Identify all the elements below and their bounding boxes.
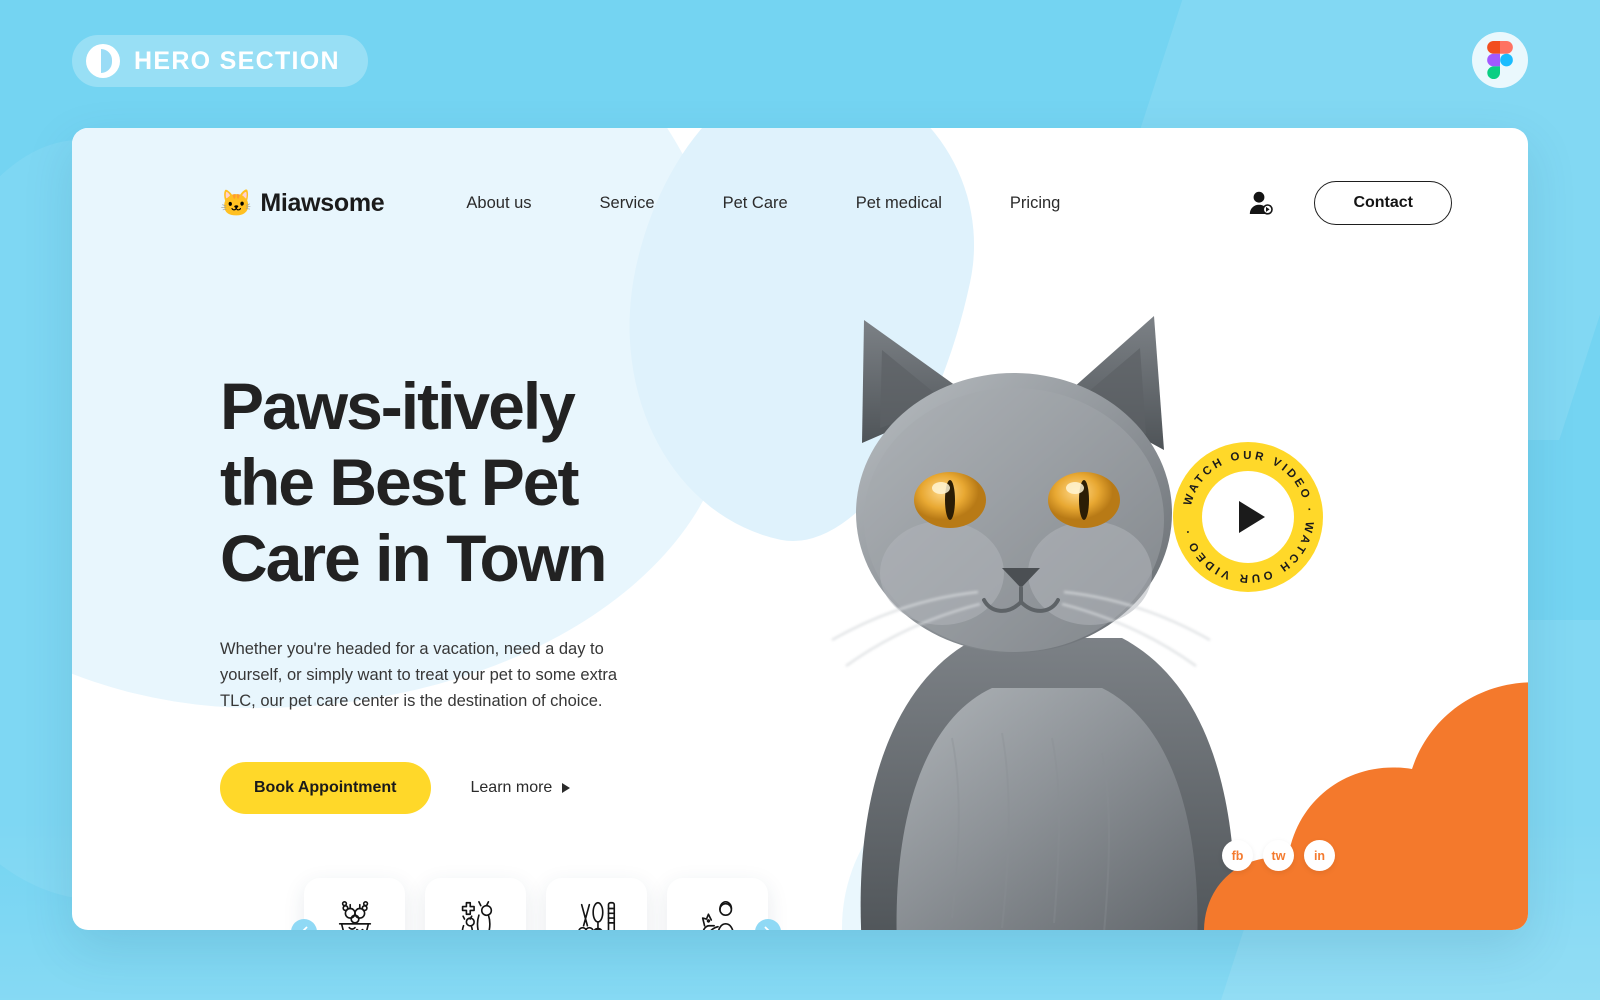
facebook-link[interactable]: fb xyxy=(1222,840,1253,871)
service-card-grooming[interactable]: Grooming xyxy=(304,878,405,930)
twitter-link[interactable]: tw xyxy=(1263,840,1294,871)
scissors-brush-comb-icon xyxy=(577,901,615,930)
hero-content: Paws-itively the Best Pet Care in Town W… xyxy=(220,368,840,814)
nav-link-about-us[interactable]: About us xyxy=(432,194,565,213)
figma-logo-badge[interactable] xyxy=(1472,32,1528,88)
watch-video-badge[interactable]: WATCH OUR VIDEO · WATCH OUR VIDEO · xyxy=(1173,442,1323,592)
service-card-healthcare[interactable]: Healthcare xyxy=(425,878,526,930)
headline-line-2: the Best Pet xyxy=(220,445,579,519)
nav-link-pet-medical[interactable]: Pet medical xyxy=(822,194,976,213)
chevron-right-icon xyxy=(764,926,770,930)
navbar-actions: Contact xyxy=(1248,181,1452,225)
service-card-daycare[interactable]: Daycare xyxy=(546,878,647,930)
dog-bath-grooming-icon xyxy=(338,900,371,930)
brand-logo[interactable]: 🐱 Miawsome xyxy=(220,188,385,218)
brand-name: Miawsome xyxy=(260,188,385,217)
page-title: Paws-itively the Best Pet Care in Town xyxy=(220,368,840,596)
book-appointment-button[interactable]: Book Appointment xyxy=(220,762,431,814)
nav-link-pet-care[interactable]: Pet Care xyxy=(689,194,822,213)
hero-cta-row: Book Appointment Learn more xyxy=(220,762,840,814)
learn-more-link[interactable]: Learn more xyxy=(471,779,571,797)
social-links: fb tw in xyxy=(1222,840,1335,871)
orange-decorative-blob xyxy=(1204,682,1528,930)
pet-medical-cross-icon xyxy=(461,900,492,930)
chevron-left-icon xyxy=(302,926,308,930)
watch-video-play-button[interactable] xyxy=(1202,471,1294,563)
trainer-with-dog-icon xyxy=(701,900,734,930)
figma-logo-icon xyxy=(1487,41,1513,79)
headline-line-1: Paws-itively xyxy=(220,369,576,443)
headline-line-3: Care in Town xyxy=(220,521,607,595)
nav-link-pricing[interactable]: Pricing xyxy=(976,194,1094,213)
user-account-icon[interactable] xyxy=(1248,190,1274,216)
cat-logo-icon: 🐱 xyxy=(220,188,253,218)
service-cards: Grooming Healthcare xyxy=(304,878,768,930)
linkedin-link[interactable]: in xyxy=(1304,840,1335,871)
contact-button[interactable]: Contact xyxy=(1314,181,1452,225)
navbar: 🐱 Miawsome About us Service Pet Care Pet… xyxy=(72,128,1528,278)
main-navigation: About us Service Pet Care Pet medical Pr… xyxy=(432,194,1094,213)
nav-link-service[interactable]: Service xyxy=(566,194,689,213)
play-arrow-icon xyxy=(562,783,571,793)
play-triangle-icon xyxy=(1238,501,1265,533)
lens-logo-icon xyxy=(86,44,120,78)
hero-description: Whether you're headed for a vacation, ne… xyxy=(220,640,618,710)
hero-section-badge: HERO SECTION xyxy=(72,35,368,87)
hero-section-label: HERO SECTION xyxy=(134,46,340,75)
learn-more-label: Learn more xyxy=(470,779,553,796)
service-card-training[interactable]: Training xyxy=(667,878,768,930)
